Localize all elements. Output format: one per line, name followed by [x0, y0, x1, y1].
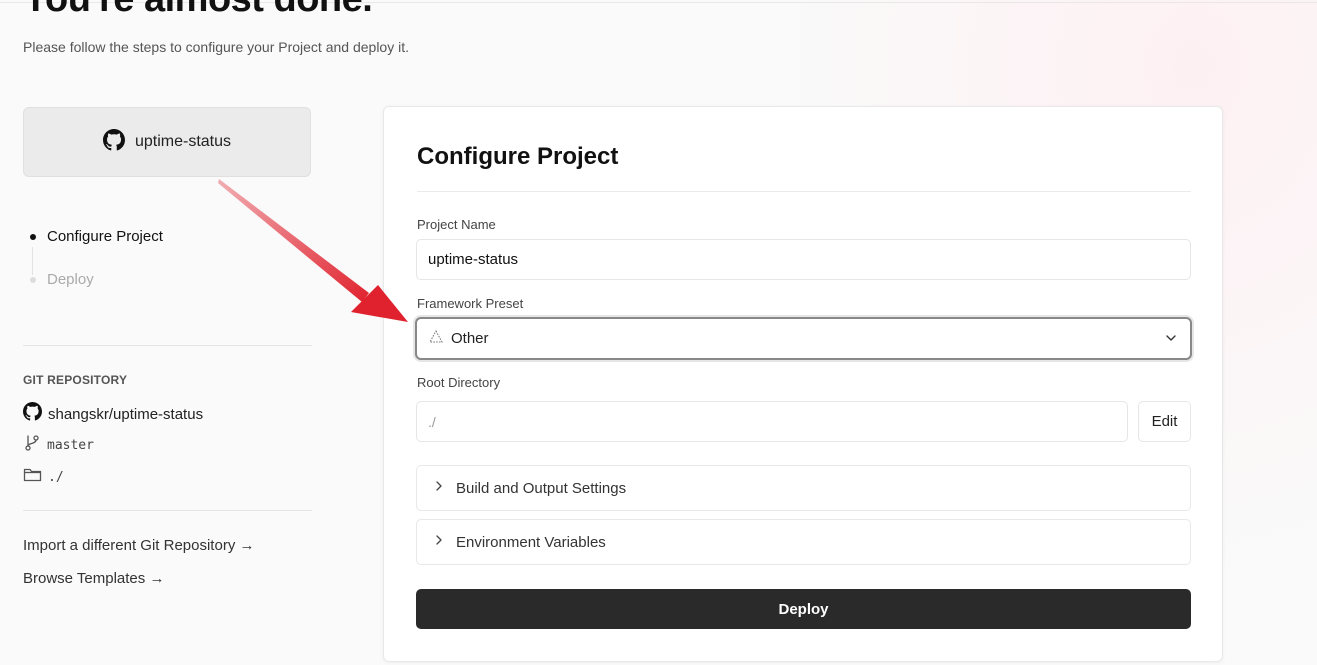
triangle-icon	[429, 329, 443, 348]
project-name-input[interactable]: uptime-status	[416, 239, 1191, 280]
chevron-right-icon	[434, 479, 444, 497]
git-branch-name: master	[47, 438, 94, 453]
card-divider	[417, 191, 1191, 192]
framework-preset-value: Other	[451, 330, 489, 347]
git-repository-heading: GIT REPOSITORY	[23, 373, 128, 387]
accordion-label: Build and Output Settings	[456, 479, 627, 497]
browse-templates-link[interactable]: Browse Templates →	[23, 570, 164, 587]
git-branch-row: master	[23, 434, 94, 457]
page-subtitle: Please follow the steps to configure you…	[23, 39, 409, 55]
deploy-button[interactable]: Deploy	[416, 589, 1191, 629]
git-branch-icon	[23, 434, 41, 457]
root-directory-label: Root Directory	[417, 375, 501, 390]
step-label: Deploy	[47, 271, 94, 288]
project-name-label: Project Name	[417, 217, 496, 232]
framework-preset-label: Framework Preset	[417, 296, 524, 311]
build-output-settings-toggle[interactable]: Build and Output Settings	[416, 465, 1191, 511]
git-repository-name: shangskr/uptime-status	[48, 405, 204, 423]
card-title: Configure Project	[417, 143, 619, 170]
sidebar-divider	[23, 510, 312, 511]
configure-project-card: Configure Project Project Name uptime-st…	[383, 106, 1223, 662]
sidebar-divider	[23, 345, 312, 346]
git-repository-link[interactable]: shangskr/uptime-status	[23, 402, 203, 426]
git-directory-row: ./	[23, 466, 64, 488]
step-active-dot	[30, 233, 36, 240]
repository-card-name: uptime-status	[134, 133, 232, 150]
folder-icon	[23, 466, 42, 488]
github-icon	[23, 402, 42, 426]
accordion-label: Environment Variables	[456, 533, 606, 551]
root-directory-edit-button[interactable]: Edit	[1138, 401, 1191, 442]
annotation-arrow-shaft	[218, 179, 369, 302]
root-directory-input[interactable]: ./	[416, 401, 1128, 442]
framework-preset-select[interactable]: Other	[415, 317, 1192, 360]
import-git-repository-link[interactable]: Import a different Git Repository →	[23, 537, 254, 554]
chevron-right-icon	[434, 533, 444, 551]
repository-card: uptime-status	[23, 107, 311, 177]
github-icon	[102, 128, 125, 156]
step-deploy: Deploy	[23, 271, 94, 288]
step-configure-project: Configure Project	[23, 228, 163, 245]
step-label: Configure Project	[47, 228, 163, 245]
environment-variables-toggle[interactable]: Environment Variables	[416, 519, 1191, 565]
page-title: You're almost done.	[23, 0, 373, 21]
step-inactive-dot	[30, 276, 36, 283]
git-directory-path: ./	[48, 469, 64, 485]
chevron-down-icon	[1164, 331, 1178, 350]
